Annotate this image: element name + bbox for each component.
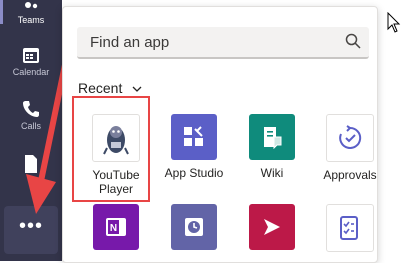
app-shifts[interactable] — [159, 204, 229, 256]
recent-section-toggle[interactable]: Recent — [78, 80, 142, 96]
app-studio-icon — [171, 114, 217, 160]
app-approvals[interactable]: Approvals — [315, 114, 385, 182]
svg-text:N: N — [110, 223, 117, 234]
app-label: App Studio — [164, 166, 224, 180]
rail-item-teams[interactable]: Teams — [0, 0, 62, 25]
app-app-studio[interactable]: App Studio — [159, 114, 229, 180]
search-box[interactable] — [77, 27, 369, 59]
app-label: Approvals — [323, 168, 377, 182]
approvals-icon — [326, 114, 374, 162]
app-wiki[interactable]: Wiki — [237, 114, 307, 180]
chevron-down-icon — [132, 86, 142, 93]
app-onenote[interactable]: N — [81, 204, 151, 256]
mouse-cursor-icon — [387, 12, 401, 33]
search-input[interactable] — [77, 27, 340, 57]
teams-icon — [25, 2, 38, 9]
wiki-icon — [249, 114, 295, 160]
tasks-icon — [326, 204, 374, 252]
more-icon: ••• — [18, 215, 43, 237]
shifts-icon — [171, 204, 217, 250]
app-stream[interactable] — [237, 204, 307, 256]
stream-icon — [249, 204, 295, 250]
app-tasks[interactable] — [315, 204, 385, 258]
app-label: Wiki — [260, 166, 284, 180]
rail-item-label: Teams — [17, 15, 45, 25]
onenote-icon: N — [93, 204, 139, 250]
search-icon[interactable] — [345, 33, 361, 49]
highlight-annotation — [72, 96, 150, 202]
section-label-text: Recent — [78, 80, 123, 96]
